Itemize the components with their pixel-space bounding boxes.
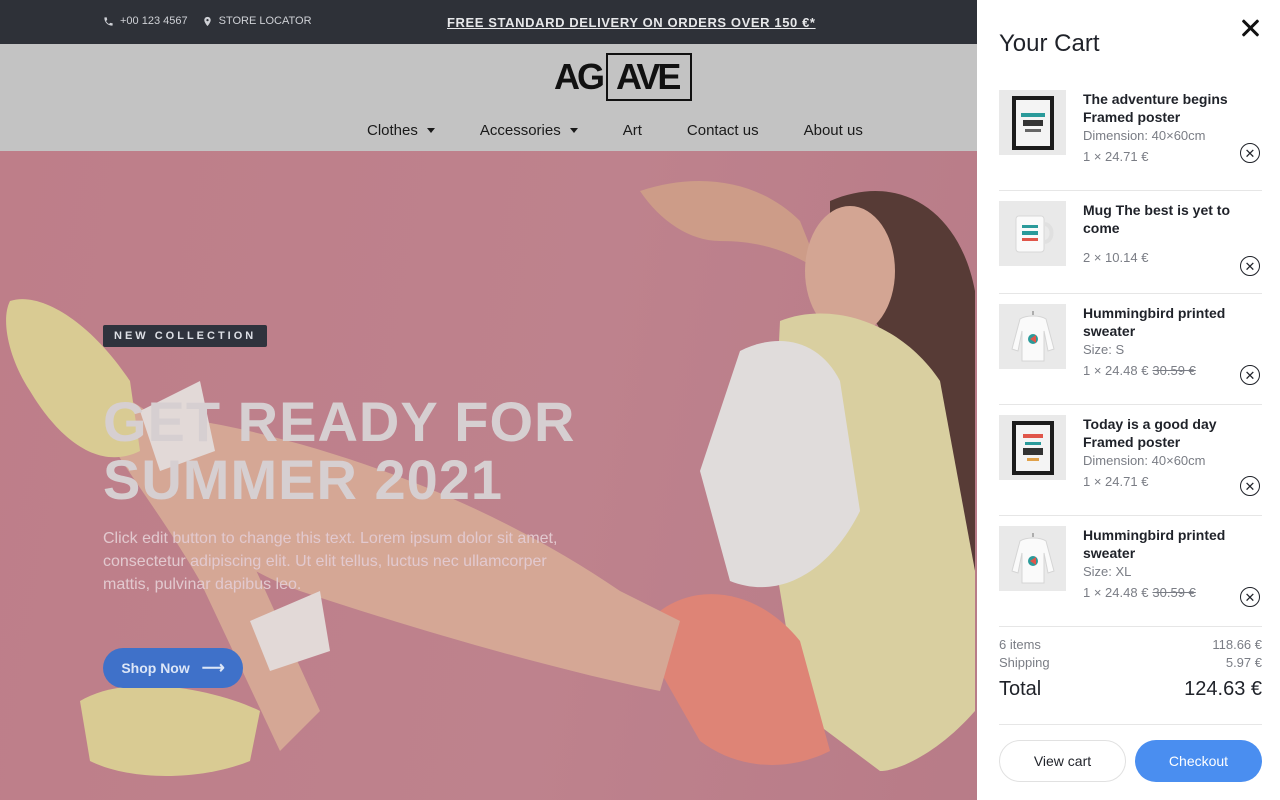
- nav-item-label: Art: [622, 122, 642, 139]
- caret-down-icon: [426, 128, 435, 133]
- framed-poster-image: [1011, 95, 1054, 150]
- nav-item-clothes[interactable]: Clothes: [367, 122, 435, 139]
- cart-line-item: Today is a good day Framed poster Dimens…: [999, 405, 1262, 516]
- nav-item-accessories[interactable]: Accessories: [480, 122, 578, 139]
- nav-item-about-us[interactable]: About us: [804, 122, 863, 139]
- subtotal-value: 118.66 €: [1212, 637, 1262, 652]
- cart-item-name[interactable]: Today is a good day Framed poster: [1083, 415, 1233, 451]
- map-pin-icon: [203, 16, 211, 26]
- product-thumbnail[interactable]: [999, 201, 1066, 266]
- product-thumbnail[interactable]: [999, 304, 1066, 369]
- cart-line-item: Mug The best is yet to come 2 × 10.14 € …: [999, 191, 1262, 294]
- cart-item-name[interactable]: The adventure begins Framed poster: [1083, 90, 1233, 126]
- main-nav: Clothes Accessories Art Contact us About…: [367, 122, 908, 139]
- cart-item-price: 2 × 10.14 €: [1083, 247, 1233, 268]
- hero-headline: GET READY FOR SUMMER 2021: [103, 393, 703, 509]
- cart-item-qty-price: 1 × 24.48 €: [1083, 363, 1149, 378]
- remove-item-icon[interactable]: ✕: [1240, 587, 1260, 607]
- checkout-button[interactable]: Checkout: [1135, 740, 1262, 782]
- view-cart-button[interactable]: View cart: [999, 740, 1126, 782]
- cart-item-price: 1 × 24.48 €30.59 €: [1083, 582, 1233, 603]
- cart-item-info: Today is a good day Framed poster Dimens…: [1083, 415, 1233, 492]
- nav-item-contact-us[interactable]: Contact us: [687, 122, 759, 139]
- total-value: 124.63 €: [1184, 678, 1262, 700]
- collection-badge: NEW COLLECTION: [103, 325, 268, 347]
- store-locator-link[interactable]: STORE LOCATOR: [202, 15, 312, 27]
- cart-item-info: Hummingbird printed sweater Size: XL 1 ×…: [1083, 526, 1233, 603]
- remove-item-icon[interactable]: ✕: [1240, 256, 1260, 276]
- logo-text-left: AG: [554, 56, 605, 97]
- shipping-label: Shipping: [999, 655, 1050, 670]
- cart-item-name[interactable]: Hummingbird printed sweater: [1083, 526, 1233, 562]
- cart-item-attribute: Size: S: [1083, 342, 1125, 357]
- framed-poster-image: [1011, 420, 1054, 475]
- nav-item-label: About us: [803, 122, 863, 139]
- nav-item-label: Clothes: [367, 122, 418, 139]
- cart-item-info: The adventure begins Framed poster Dimen…: [1083, 90, 1233, 167]
- remove-item-icon[interactable]: ✕: [1240, 365, 1260, 385]
- cart-item-qty-price: 1 × 24.71 €: [1083, 474, 1149, 489]
- cart-item-price: 1 × 24.71 €: [1083, 146, 1233, 167]
- logo-text-right: AVE: [606, 53, 693, 101]
- store-locator-label: STORE LOCATOR: [218, 15, 312, 27]
- sweater-image: [1010, 310, 1055, 361]
- product-thumbnail[interactable]: [999, 90, 1066, 155]
- nav-item-label: Accessories: [479, 122, 561, 139]
- promo-link[interactable]: FREE STANDARD DELIVERY ON ORDERS OVER 15…: [447, 15, 816, 30]
- close-icon[interactable]: [1240, 18, 1260, 38]
- cart-item-old-price: 30.59 €: [1152, 585, 1196, 600]
- summary-total-row: Total 124.63 €: [999, 674, 1262, 704]
- mug-image: [1015, 215, 1053, 252]
- caret-down-icon: [569, 128, 578, 133]
- cart-items: The adventure begins Framed poster Dimen…: [999, 80, 1262, 627]
- cart-summary: 6 items 118.66 € Shipping 5.97 € Total 1…: [999, 636, 1262, 725]
- arrow-right-icon: ⟶: [201, 660, 225, 677]
- cart-actions: View cart Checkout: [999, 740, 1262, 782]
- site-logo[interactable]: AG AVE: [554, 53, 693, 101]
- nav-item-label: Contact us: [686, 122, 759, 139]
- contact-info: +00 123 4567 STORE LOCATOR: [103, 15, 312, 27]
- cart-item-info: Hummingbird printed sweater Size: S 1 × …: [1083, 304, 1233, 381]
- phone-icon: [104, 16, 113, 26]
- cart-item-attribute: Dimension: 40×60cm: [1083, 453, 1206, 468]
- nav-item-art[interactable]: Art: [623, 122, 642, 139]
- shipping-value: 5.97 €: [1225, 655, 1262, 670]
- cart-drawer: Your Cart The adventure begins Framed po…: [977, 0, 1280, 800]
- cart-item-attribute: Size: XL: [1083, 564, 1132, 579]
- shop-now-label: Shop Now: [121, 660, 190, 676]
- product-thumbnail[interactable]: [999, 415, 1066, 480]
- cart-item-price: 1 × 24.48 €30.59 €: [1083, 360, 1233, 381]
- phone-link[interactable]: +00 123 4567: [103, 15, 188, 27]
- sweater-image: [1010, 532, 1055, 583]
- product-thumbnail[interactable]: [999, 526, 1066, 591]
- total-label: Total: [999, 678, 1042, 700]
- summary-subtotal-row: 6 items 118.66 €: [999, 636, 1262, 654]
- subtotal-label: 6 items: [999, 637, 1041, 652]
- summary-shipping-row: Shipping 5.97 €: [999, 654, 1262, 672]
- remove-item-icon[interactable]: ✕: [1240, 143, 1260, 163]
- remove-item-icon[interactable]: ✕: [1240, 476, 1260, 496]
- cart-item-qty-price: 1 × 24.48 €: [1083, 585, 1149, 600]
- cart-item-name[interactable]: Mug The best is yet to come: [1083, 201, 1233, 237]
- phone-number: +00 123 4567: [120, 15, 188, 27]
- headline-line-1: GET READY FOR: [103, 390, 576, 453]
- cart-item-info: Mug The best is yet to come 2 × 10.14 €: [1083, 201, 1233, 268]
- cart-line-item: Hummingbird printed sweater Size: S 1 × …: [999, 294, 1262, 405]
- cart-title: Your Cart: [999, 30, 1100, 57]
- cart-item-qty-price: 2 × 10.14 €: [1083, 250, 1149, 265]
- shop-now-button[interactable]: Shop Now ⟶: [103, 648, 243, 688]
- cart-item-old-price: 30.59 €: [1152, 363, 1196, 378]
- headline-line-2: SUMMER 2021: [103, 448, 504, 511]
- cart-line-item: The adventure begins Framed poster Dimen…: [999, 80, 1262, 191]
- cart-item-price: 1 × 24.71 €: [1083, 471, 1233, 492]
- summary-divider: [999, 724, 1262, 725]
- cart-line-item: Hummingbird printed sweater Size: XL 1 ×…: [999, 516, 1262, 627]
- hero-copy: Click edit button to change this text. L…: [103, 530, 558, 593]
- cart-item-name[interactable]: Hummingbird printed sweater: [1083, 304, 1233, 340]
- cart-item-attribute: Dimension: 40×60cm: [1083, 128, 1206, 143]
- cart-item-qty-price: 1 × 24.71 €: [1083, 149, 1149, 164]
